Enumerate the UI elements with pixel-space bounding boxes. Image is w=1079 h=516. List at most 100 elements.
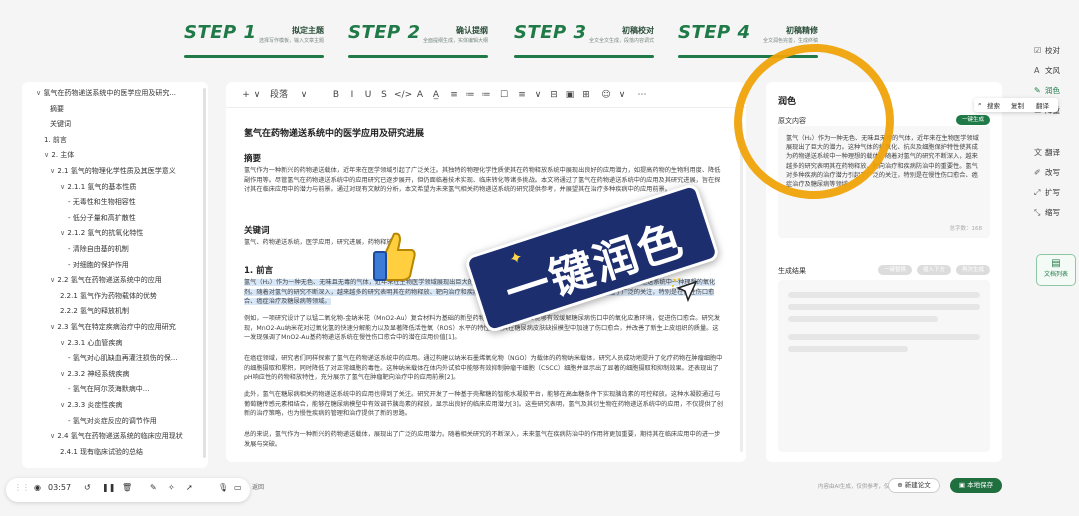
chevron-down-icon[interactable]: ∨: [50, 323, 55, 331]
tool-5[interactable]: ✐ 改写: [1034, 166, 1060, 180]
effects-icon[interactable]: ✧: [168, 483, 175, 492]
outline-item[interactable]: ∨ 2.1 氢气的物理化学性质及其医学意义: [50, 164, 198, 178]
regenerate-button[interactable]: 再次生成: [956, 265, 990, 275]
generate-button[interactable]: 一键生成: [956, 115, 990, 125]
outline-item[interactable]: - 低分子量和高扩散性: [68, 211, 198, 225]
step-bar: [514, 55, 654, 58]
outline-item[interactable]: - 清除自由基的机制: [68, 242, 198, 256]
outline-item[interactable]: 2.2.1 氢气作为药物载体的优势: [60, 289, 198, 303]
toolbar-button[interactable]: A: [414, 89, 426, 101]
toolbar-button[interactable]: ≔: [464, 89, 476, 101]
outline-item[interactable]: ∨ 2. 主体: [44, 148, 198, 162]
outline-item[interactable]: ∨ 氢气在药物递送系统中的医学应用及研究...: [36, 86, 198, 100]
chevron-down-icon[interactable]: ∨: [50, 167, 55, 175]
tool-label: 缩写: [1045, 208, 1060, 217]
outline-item[interactable]: 2.4.1 现有临床试验的总结: [60, 445, 198, 459]
tool-6[interactable]: ⤢ 扩写: [1034, 186, 1060, 200]
recording-bar: ⋮⋮ ◉ 03:57 ↺ ❚❚ 🗑 ✎ ✧ ➚ 🎙 ▭: [6, 478, 250, 502]
outline-item[interactable]: 1. 前言: [44, 133, 198, 147]
step-2[interactable]: STEP 2 确认提纲 全面提纲生成，实体编辑大纲: [344, 18, 494, 58]
record-stop-icon[interactable]: ◉: [34, 483, 41, 492]
chevron-down-icon[interactable]: ∨: [60, 183, 65, 191]
outline-item[interactable]: - 氢气在阿尔茨海默病中...: [68, 382, 198, 396]
tool-0[interactable]: ☑ 校对: [1034, 44, 1060, 58]
toolbar-button[interactable]: A̲: [430, 89, 442, 101]
insert-below-button[interactable]: 插入下方: [917, 265, 951, 275]
outline-sidebar: ∨ 氢气在药物递送系统中的医学应用及研究... 摘要 关键词 1. 前言 ∨ 2. 主体…: [22, 82, 208, 468]
toolbar-button[interactable]: ≔: [480, 89, 492, 101]
outline-item[interactable]: ∨ 2.3.3 炎症性疾病: [60, 398, 198, 412]
outline-scrollbar[interactable]: [203, 88, 206, 458]
restart-icon[interactable]: ↺: [84, 483, 91, 492]
toolbar-button[interactable]: ∨: [532, 89, 544, 101]
outline-item[interactable]: ∨ 2.1.2 氢气的抗氧化特性: [60, 226, 198, 240]
outline-item[interactable]: - 氢气对心肌缺血再灌注损伤的保...: [68, 351, 198, 365]
outline-item[interactable]: - 无毒性和生物相容性: [68, 195, 198, 209]
outline-item[interactable]: 2.2.2 氢气的释放机制: [60, 304, 198, 318]
pause-icon[interactable]: ❚❚: [102, 483, 115, 492]
ctx-search[interactable]: 搜索: [987, 100, 1000, 110]
toolbar-button[interactable]: ≡: [448, 89, 460, 101]
new-paper-button[interactable]: ⊕ 新建论文: [888, 478, 940, 493]
outline-item[interactable]: - 对细胞的保护作用: [68, 258, 198, 272]
ctx-translate[interactable]: 翻译: [1036, 100, 1049, 110]
toolbar-button[interactable]: U: [362, 89, 374, 101]
back-link[interactable]: 返回: [252, 482, 264, 491]
outline-item[interactable]: ∨ 2.2 氢气在药物递送系统中的应用: [50, 273, 198, 287]
toolbar-button[interactable]: I: [346, 89, 358, 101]
editor-scrollbar[interactable]: [740, 122, 743, 452]
tool-7[interactable]: ⤡ 缩写: [1034, 206, 1060, 220]
pen-icon[interactable]: ✎: [150, 483, 157, 492]
camera-icon[interactable]: ▭: [234, 483, 242, 492]
drag-handle-icon[interactable]: ⋮⋮: [14, 483, 30, 492]
toolbar-button[interactable]: B: [330, 89, 342, 101]
chevron-down-icon[interactable]: ∨: [60, 339, 65, 347]
step-1[interactable]: STEP 1 拟定主题 选择写作模板，输入文章主题: [180, 18, 330, 58]
outline-item[interactable]: ∨ 2.3.2 神经系统疾病: [60, 367, 198, 381]
toolbar-button[interactable]: ⋯: [636, 89, 648, 101]
chevron-down-icon[interactable]: ∨: [50, 276, 55, 284]
tool-2[interactable]: ✎ 润色: [1034, 84, 1060, 98]
mouse-cursor-icon: [672, 278, 698, 303]
toolbar-button[interactable]: </>: [394, 89, 412, 101]
outline-item[interactable]: ∨ 2.1.1 氢气的基本性质: [60, 180, 198, 194]
doc-list-button[interactable]: ▤ 文档列表: [1036, 254, 1076, 286]
skeleton-line: [788, 304, 980, 310]
outline-item[interactable]: 关键词: [50, 117, 198, 131]
step-3[interactable]: STEP 3 初稿校对 全文全文生成，段落内容调式: [510, 18, 660, 58]
outline-item[interactable]: 摘要: [50, 102, 198, 116]
pointer-icon[interactable]: ➚: [186, 483, 193, 492]
chevron-down-icon[interactable]: ∨: [36, 89, 41, 97]
mic-icon[interactable]: 🎙: [218, 483, 228, 492]
outline-item[interactable]: ∨ 2.3.1 心血管疾病: [60, 336, 198, 350]
toolbar-button[interactable]: ⊞: [580, 89, 592, 101]
chevron-down-icon[interactable]: ∨: [60, 370, 65, 378]
toolbar-button[interactable]: ☐: [498, 89, 510, 101]
toolbar-button[interactable]: ∨: [251, 89, 263, 101]
outline-item[interactable]: - 氢气对炎症反应的调节作用: [68, 414, 198, 428]
toolbar-button[interactable]: S: [378, 89, 390, 101]
toolbar-button[interactable]: ⊟: [548, 89, 560, 101]
toolbar-button[interactable]: ▣: [564, 89, 576, 101]
step-bar: [184, 55, 324, 58]
chevron-down-icon[interactable]: ∨: [44, 151, 49, 159]
delete-icon[interactable]: 🗑: [122, 483, 132, 492]
chevron-down-icon[interactable]: ∨: [60, 401, 65, 409]
replace-button[interactable]: 一键替换: [878, 265, 912, 275]
ctx-copy[interactable]: 复制: [1011, 100, 1024, 110]
outline-item[interactable]: ∨ 2.4 氢气在药物递送系统的临床应用现状: [50, 429, 198, 443]
chevron-down-icon[interactable]: ∨: [60, 229, 65, 237]
toolbar-button[interactable]: ∨: [298, 89, 310, 101]
step-bar: [348, 55, 488, 58]
toolbar-button[interactable]: 段落: [264, 89, 294, 101]
save-local-button[interactable]: ▣ 本地保存: [950, 478, 1002, 493]
toolbar-button[interactable]: ☺: [600, 89, 612, 101]
tool-4[interactable]: 文翻译: [1034, 146, 1060, 160]
toolbar-button[interactable]: ≡: [516, 89, 528, 101]
outline-item-label: 2.4.1 现有临床试验的总结: [60, 447, 144, 456]
tool-1[interactable]: A 文风: [1034, 64, 1060, 78]
outline-item[interactable]: ∨ 2.3 氢气在特定疾病治疗中的应用研究: [50, 320, 198, 334]
toolbar-button[interactable]: ∨: [616, 89, 628, 101]
chevron-down-icon[interactable]: ∨: [50, 432, 55, 440]
abstract-text: 氢气作为一种新兴的药物递送载体，近年来在医学领域引起了广泛关注。其独特的物理化学…: [244, 167, 721, 193]
